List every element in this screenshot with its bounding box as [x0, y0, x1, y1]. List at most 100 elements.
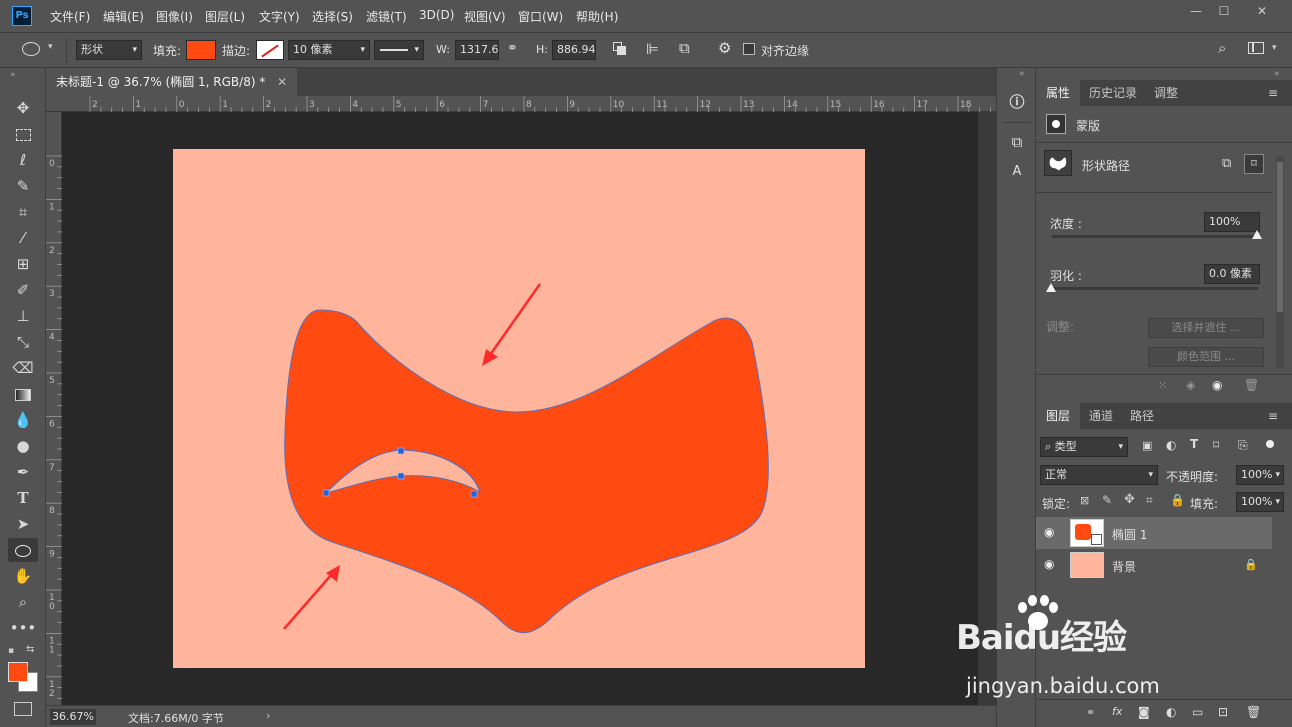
layer-row[interactable]: ◉ 背景 🔒 [1036, 549, 1272, 581]
tab-history[interactable]: 历史记录 [1079, 80, 1147, 106]
density-slider-handle[interactable] [1252, 230, 1262, 239]
chevron-down-icon[interactable]: ▾ [48, 42, 53, 52]
delete-mask-icon[interactable]: 🗑 [1244, 378, 1259, 392]
chevron-right-icon[interactable]: › [266, 709, 270, 722]
filter-type-icon[interactable]: T [1190, 437, 1198, 451]
visibility-eye-icon[interactable]: ◉ [1044, 557, 1054, 571]
tab-paths[interactable]: 路径 [1120, 403, 1164, 429]
chevron-down-icon[interactable]: ▾ [1272, 43, 1277, 53]
menu-edit[interactable]: 编辑(E) [103, 8, 144, 25]
menu-filter[interactable]: 滤镜(T) [366, 8, 407, 25]
new-group-icon[interactable]: ▭ [1192, 705, 1203, 719]
opacity-input[interactable]: 100% ▾ [1236, 465, 1284, 485]
filter-pixel-icon[interactable]: ▣ [1142, 439, 1152, 452]
path-alignment-icon[interactable]: ⊫ [646, 40, 659, 58]
dodge-tool-icon[interactable]: ● [8, 434, 38, 458]
pen-tool-icon[interactable]: ✒ [8, 460, 38, 484]
canvas-svg[interactable] [62, 112, 978, 705]
clone-stamp-tool-icon[interactable]: ⊥ [8, 304, 38, 328]
menu-image[interactable]: 图像(I) [156, 8, 193, 25]
add-layer-mask-icon[interactable]: ◙ [1138, 705, 1150, 719]
gradient-tool-icon[interactable] [8, 382, 38, 406]
tab-channels[interactable]: 通道 [1079, 403, 1123, 429]
feather-slider-track[interactable] [1052, 287, 1258, 290]
stroke-color-swatch[interactable] [256, 40, 284, 60]
zoom-level-field[interactable]: 36.67% [50, 709, 96, 725]
tool-mode-select[interactable]: 形状 ▾ [76, 40, 142, 60]
path-operations-icon[interactable] [613, 42, 627, 56]
layer-style-icon[interactable]: fx [1112, 705, 1122, 718]
lock-transparency-icon[interactable]: ⊠ [1080, 494, 1089, 507]
panel-menu-icon[interactable]: ≡ [1268, 86, 1278, 100]
ellipse-tool-preset-icon[interactable] [22, 42, 40, 56]
history-brush-tool-icon[interactable]: ⤡ [8, 330, 38, 354]
add-mask-icon[interactable]: ⧉ [1222, 156, 1231, 171]
crop-tool-icon[interactable]: ⌗ [8, 200, 38, 224]
glyphs-icon[interactable]: A [1005, 160, 1029, 184]
more-tools-icon[interactable]: ••• [8, 616, 38, 640]
move-tool-icon[interactable]: ✥ [8, 96, 38, 120]
apply-mask-icon[interactable]: ◈ [1186, 378, 1195, 392]
foreground-color-swatch[interactable] [8, 662, 28, 682]
stroke-type-select[interactable]: ▾ [374, 40, 424, 60]
hand-tool-icon[interactable]: ✋ [8, 564, 38, 588]
shape-path-thumbnail[interactable] [1044, 150, 1072, 176]
path-arrangement-icon[interactable]: ⧉ [679, 39, 690, 57]
collapse-toolbox-icon[interactable]: » [10, 70, 16, 80]
menu-select[interactable]: 选择(S) [312, 8, 353, 25]
search-icon[interactable]: ⌕ [1218, 39, 1226, 57]
filter-toggle-icon[interactable] [1266, 437, 1274, 451]
lasso-tool-icon[interactable]: ℓ [8, 148, 38, 172]
feather-input[interactable]: 0.0 像素 [1204, 264, 1260, 284]
mask-icon[interactable] [1046, 114, 1066, 134]
link-layers-icon[interactable]: ⚭ [1086, 706, 1095, 719]
vector-mask-icon[interactable]: ⌑ [1244, 154, 1264, 174]
quick-selection-tool-icon[interactable]: ✎ [8, 174, 38, 198]
collapse-icon[interactable]: » [1274, 69, 1280, 79]
new-layer-icon[interactable]: ⊡ [1218, 705, 1228, 719]
filter-shape-icon[interactable]: ⌑ [1213, 438, 1219, 452]
menu-type[interactable]: 文字(Y) [259, 8, 300, 25]
menu-3d[interactable]: 3D(D) [419, 8, 454, 22]
stroke-width-field[interactable]: 10 像素 ▾ [288, 40, 370, 60]
minimize-button[interactable]: — [1184, 3, 1208, 21]
density-input[interactable]: 100% [1204, 212, 1260, 232]
width-input[interactable]: 1317.66 [455, 40, 499, 60]
lock-pixels-icon[interactable]: ✎ [1102, 493, 1112, 507]
menu-layer[interactable]: 图层(L) [205, 8, 245, 25]
collapse-icon[interactable]: « [1019, 69, 1025, 79]
tab-properties[interactable]: 属性 [1036, 80, 1081, 106]
delete-layer-icon[interactable]: 🗑 [1246, 705, 1261, 719]
load-selection-icon[interactable]: ⁙ [1158, 379, 1167, 392]
fill-opacity-input[interactable]: 100% ▾ [1236, 492, 1284, 512]
link-icon[interactable]: ⚭ [507, 41, 518, 56]
ellipse-tool-icon[interactable] [8, 538, 38, 562]
layer-filter-select[interactable]: ⌕ 类型 ▾ [1040, 437, 1128, 457]
height-input[interactable]: 886.94 [552, 40, 596, 60]
blur-tool-icon[interactable]: 💧 [8, 408, 38, 432]
menu-help[interactable]: 帮助(H) [576, 8, 618, 25]
menu-file[interactable]: 文件(F) [50, 8, 90, 25]
feather-slider-handle[interactable] [1046, 283, 1056, 292]
type-tool-icon[interactable]: T [8, 486, 38, 510]
gear-icon[interactable]: ⚙ [718, 39, 731, 57]
maximize-button[interactable]: ☐ [1212, 3, 1236, 21]
clone-source-icon[interactable]: ⧉ [1005, 130, 1029, 154]
select-and-mask-button[interactable]: 选择并遮住 ... [1148, 318, 1264, 338]
brush-tool-icon[interactable]: ✐ [8, 278, 38, 302]
close-tab-icon[interactable]: ✕ [277, 75, 287, 89]
lock-artboard-icon[interactable]: ⌗ [1146, 493, 1153, 508]
quick-mask-icon[interactable] [14, 702, 32, 716]
path-selection-tool-icon[interactable]: ➤ [8, 512, 38, 536]
panel-menu-icon[interactable]: ≡ [1268, 409, 1278, 423]
density-slider-track[interactable] [1052, 235, 1258, 238]
eyedropper-tool-icon[interactable]: ⁄ [8, 226, 38, 250]
new-adjustment-layer-icon[interactable]: ◐ [1166, 705, 1176, 719]
info-icon[interactable]: ⓘ [1005, 90, 1029, 114]
swap-colors-icon[interactable]: ⇆ [26, 644, 34, 655]
default-colors-icon[interactable]: ▪ [8, 646, 14, 656]
document-tab[interactable]: 未标题-1 @ 36.7% (椭圆 1, RGB/8) * ✕ [46, 68, 298, 96]
fill-color-swatch[interactable] [186, 40, 216, 60]
visibility-eye-icon[interactable]: ◉ [1044, 525, 1054, 539]
workspace-icon[interactable] [1248, 42, 1264, 54]
